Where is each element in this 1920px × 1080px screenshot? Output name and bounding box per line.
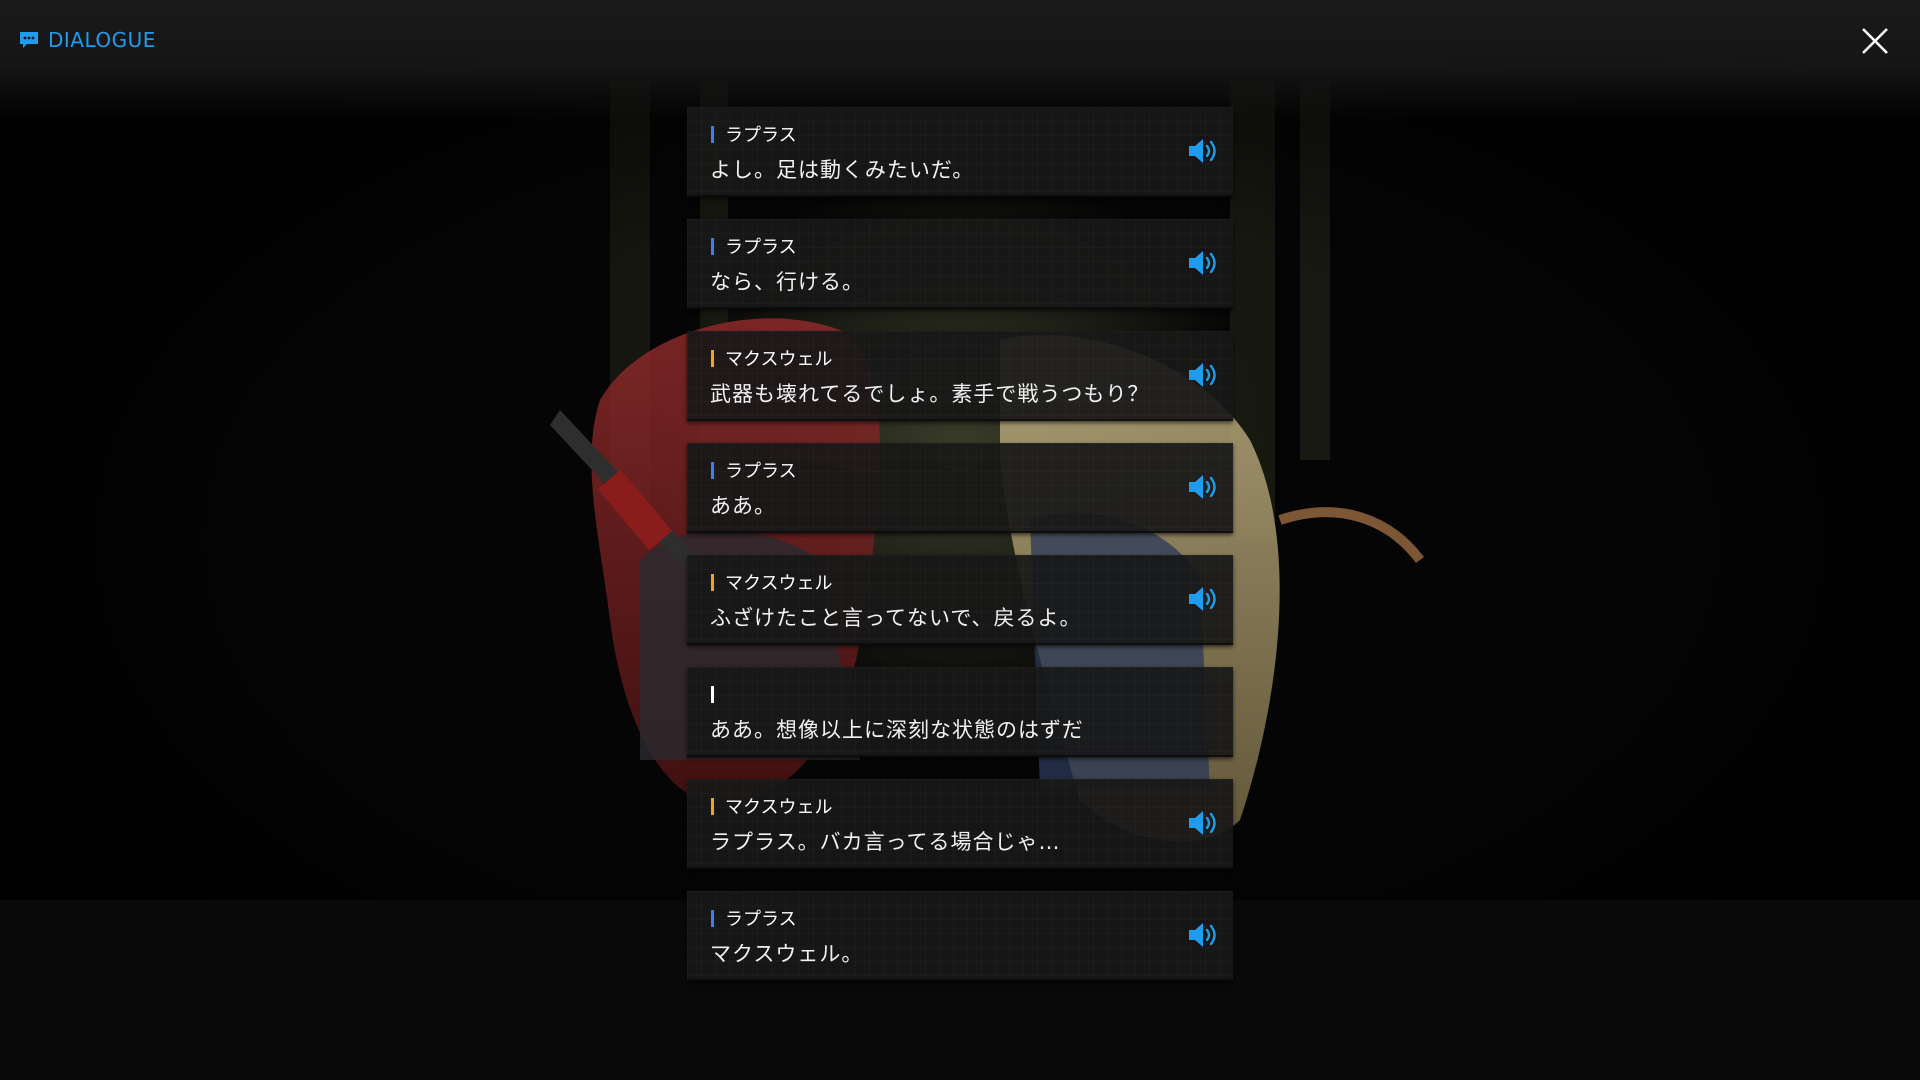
speaker-color-bar (711, 573, 714, 591)
voice-play-button[interactable] (1187, 807, 1221, 839)
dialogue-text: よし。足は動くみたいだ。 (710, 158, 975, 182)
speaker-name: マクスウェル (725, 573, 833, 594)
speaker-row: ラプラス (711, 123, 797, 146)
dialogue-entry: ラプラスマクスウェル。 (687, 891, 1233, 981)
dialogue-text: ラプラス。バカ言ってる場合じゃ… (710, 830, 1061, 854)
speaker-color-bar (711, 461, 714, 479)
voice-play-button[interactable] (1187, 471, 1221, 503)
header-bar: DIALOGUE (0, 0, 1920, 120)
close-button[interactable] (1858, 24, 1892, 58)
speaker-row: マクスウェル (711, 347, 833, 370)
dialogue-text: ああ。想像以上に深刻な状態のはずだ (710, 718, 1084, 742)
speaker-row: ラプラス (711, 459, 797, 482)
speaker-name: マクスウェル (725, 797, 833, 818)
voice-play-button[interactable] (1187, 359, 1221, 391)
speaker-volume-icon (1189, 475, 1216, 499)
dialogue-entry: ラプラスよし。足は動くみたいだ。 (687, 107, 1233, 197)
close-icon (1862, 28, 1888, 54)
dialogue-entry: マクスウェルラプラス。バカ言ってる場合じゃ… (687, 779, 1233, 869)
speaker-volume-icon (1189, 923, 1216, 947)
dialogue-text: マクスウェル。 (710, 942, 864, 966)
voice-play-button[interactable] (1187, 583, 1221, 615)
dialogue-entry: ラプラスなら、行ける。 (687, 219, 1233, 309)
speaker-row: ラプラス (711, 907, 797, 930)
speaker-color-bar (711, 685, 714, 703)
speaker-volume-icon (1189, 811, 1216, 835)
speaker-color-bar (711, 797, 714, 815)
header-title-group: DIALOGUE (18, 28, 156, 52)
speaker-color-bar (711, 909, 714, 927)
voice-play-button[interactable] (1187, 247, 1221, 279)
speaker-volume-icon (1189, 363, 1216, 387)
dialogue-text: 武器も壊れてるでしょ。素手で戦うつもり？ (710, 382, 1150, 406)
speaker-name: ラプラス (725, 909, 797, 930)
speaker-row: マクスウェル (711, 795, 833, 818)
speaker-name: マクスウェル (725, 349, 833, 370)
speaker-volume-icon (1189, 251, 1216, 275)
dialogue-entry: マクスウェル武器も壊れてるでしょ。素手で戦うつもり？ (687, 331, 1233, 421)
dialogue-text: なら、行ける。 (710, 270, 864, 294)
page-title: DIALOGUE (48, 28, 156, 52)
dialogue-list[interactable]: ラプラス よし。足は動くみたいだ。 ラプラス なら、行ける。 マクスウェル 武器も壊れてる… (687, 107, 1233, 1003)
speaker-color-bar (711, 125, 714, 143)
voice-play-button[interactable] (1187, 919, 1221, 951)
speaker-name: ラプラス (725, 237, 797, 258)
speaker-color-bar (711, 349, 714, 367)
speaker-color-bar (711, 237, 714, 255)
speaker-name: ラプラス (725, 461, 797, 482)
dialogue-text: ふざけたこと言ってないで、戻るよ。 (710, 606, 1082, 630)
dialogue-entry: ラプラスああ。 (687, 443, 1233, 533)
speaker-row: マクスウェル (711, 571, 833, 594)
dialogue-entry: マクスウェルふざけたこと言ってないで、戻るよ。 (687, 555, 1233, 645)
speaker-row: ラプラス (711, 235, 797, 258)
speaker-volume-icon (1189, 587, 1216, 611)
dialogue-text: ああ。 (710, 494, 776, 518)
speaker-volume-icon (1189, 139, 1216, 163)
chat-bubble-icon (18, 29, 40, 51)
dialogue-entry: ああ。想像以上に深刻な状態のはずだ (687, 667, 1233, 757)
voice-play-button[interactable] (1187, 135, 1221, 167)
dialogue-log-screen: DIALOGUE ラプラス よし。足は動くみたいだ。 ラプラス なら、行ける。 マクスウ… (0, 0, 1920, 1080)
speaker-row (711, 683, 725, 705)
speaker-name: ラプラス (725, 125, 797, 146)
